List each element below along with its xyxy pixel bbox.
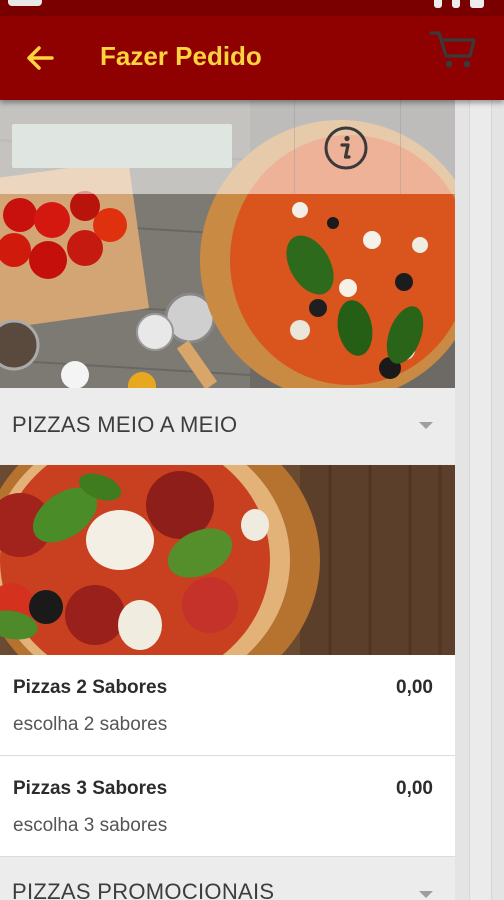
search-input[interactable] <box>12 124 232 168</box>
item-name: Pizzas 3 Sabores <box>13 778 168 799</box>
section-header-pizzas-meio-a-meio[interactable]: PIZZAS MEIO A MEIO <box>0 388 455 464</box>
back-button[interactable] <box>20 38 60 78</box>
section-banner-image <box>0 465 455 655</box>
arrow-left-icon <box>27 46 54 70</box>
cart-button[interactable] <box>428 28 478 70</box>
toolbar <box>0 100 455 194</box>
page-title: Fazer Pedido <box>100 41 262 71</box>
item-name: Pizzas 2 Sabores <box>13 677 168 698</box>
status-bar <box>0 0 504 16</box>
cart-icon <box>429 31 476 68</box>
scrollbar[interactable] <box>455 100 504 900</box>
section-header-pizzas-promocionais[interactable]: PIZZAS PROMOCIONAIS <box>0 857 455 900</box>
info-icon <box>324 126 368 170</box>
list-item[interactable]: Pizzas 3 Sabores 0,00 escolha 3 sabores <box>0 756 455 857</box>
item-description: escolha 3 sabores <box>13 815 168 836</box>
scrollbar-thumb[interactable] <box>469 100 492 900</box>
item-price: 0,00 <box>396 778 433 799</box>
list-item[interactable]: Pizzas 2 Sabores 0,00 escolha 2 sabores <box>0 655 455 756</box>
divider <box>400 100 401 194</box>
divider <box>294 100 295 194</box>
section-title: PIZZAS MEIO A MEIO <box>12 412 238 437</box>
section-title: PIZZAS PROMOCIONAIS <box>12 879 275 900</box>
info-button[interactable] <box>322 124 370 172</box>
item-price: 0,00 <box>396 677 433 698</box>
status-icon <box>8 0 42 6</box>
item-description: escolha 2 sabores <box>13 714 168 735</box>
status-indicators <box>434 0 494 8</box>
chevron-down-icon <box>419 891 433 898</box>
chevron-down-icon <box>419 422 433 429</box>
